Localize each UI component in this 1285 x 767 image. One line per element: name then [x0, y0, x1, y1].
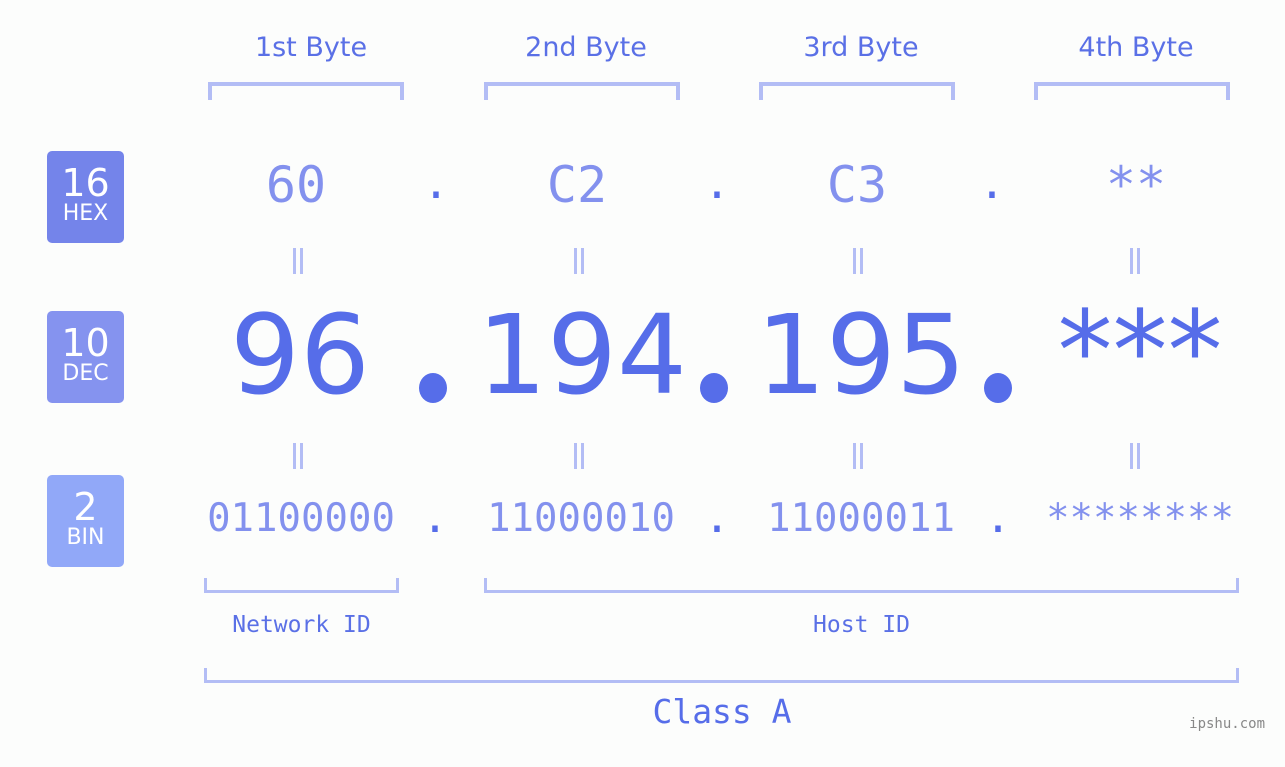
byte-label-4: 4th Byte — [1078, 32, 1194, 63]
network-id-label: Network ID — [232, 612, 371, 638]
bin-badge: 2 BIN — [47, 475, 124, 567]
byte-label-3: 3rd Byte — [803, 32, 919, 63]
hex-value-1: 60 — [265, 156, 327, 214]
hex-badge: 16 HEX — [47, 151, 124, 243]
dec-badge-number: 10 — [61, 321, 110, 365]
dec-separator-1 — [419, 373, 447, 403]
bin-badge-label: BIN — [66, 525, 105, 550]
host-id-bracket — [484, 578, 1239, 593]
bin-value-1: 01100000 — [207, 496, 395, 541]
hex-value-3: C3 — [826, 156, 888, 214]
dec-badge-label: DEC — [62, 361, 109, 386]
class-bracket — [204, 668, 1239, 683]
equals-icon — [853, 248, 863, 274]
bin-separator-3: . — [984, 492, 1012, 543]
hex-separator-2: . — [703, 158, 731, 209]
equals-icon — [293, 443, 303, 469]
byte-label-1: 1st Byte — [254, 32, 368, 63]
hex-badge-number: 16 — [61, 161, 110, 205]
dec-badge: 10 DEC — [47, 311, 124, 403]
hex-separator-1: . — [422, 158, 450, 209]
hex-badge-label: HEX — [62, 201, 109, 226]
hex-value-4: ** — [1105, 156, 1167, 214]
byte-bracket-2 — [484, 82, 680, 100]
bin-value-4: ******** — [1046, 496, 1234, 541]
host-id-label: Host ID — [813, 612, 910, 638]
byte-bracket-3 — [759, 82, 955, 100]
dec-separator-2 — [700, 373, 728, 403]
dec-value-2: 194 — [477, 291, 687, 419]
bin-badge-number: 2 — [73, 485, 98, 529]
byte-bracket-4 — [1034, 82, 1230, 100]
byte-bracket-1 — [208, 82, 404, 100]
byte-label-2: 2nd Byte — [525, 32, 647, 63]
network-id-bracket — [204, 578, 399, 593]
bin-separator-2: . — [703, 492, 731, 543]
equals-icon — [293, 248, 303, 274]
dec-value-3: 195 — [756, 291, 966, 419]
dec-value-1: 96 — [230, 291, 370, 419]
equals-icon — [1130, 248, 1140, 274]
bin-separator-1: . — [421, 492, 449, 543]
equals-icon — [1130, 443, 1140, 469]
equals-icon — [853, 443, 863, 469]
class-label: Class A — [652, 692, 792, 731]
watermark: ipshu.com — [1189, 716, 1265, 732]
hex-value-2: C2 — [546, 156, 608, 214]
equals-icon — [574, 443, 584, 469]
bin-value-3: 11000011 — [767, 496, 955, 541]
hex-separator-3: . — [978, 158, 1006, 209]
equals-icon — [574, 248, 584, 274]
dec-separator-3 — [984, 373, 1012, 403]
dec-value-4: *** — [1057, 287, 1223, 415]
bin-value-2: 11000010 — [487, 496, 675, 541]
